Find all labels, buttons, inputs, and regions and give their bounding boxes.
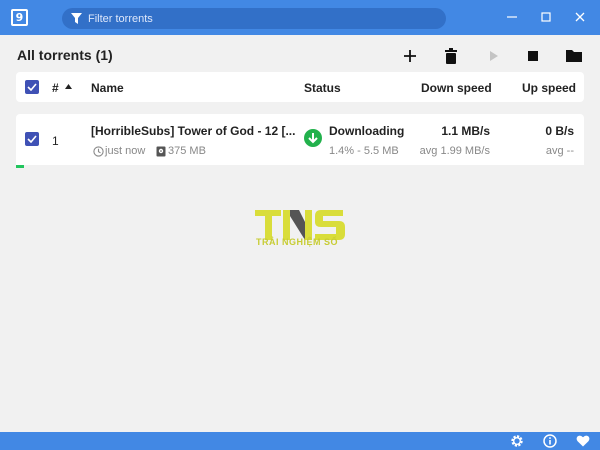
trash-icon bbox=[445, 48, 457, 64]
filter-search-box[interactable] bbox=[62, 8, 446, 29]
open-folder-button[interactable] bbox=[561, 43, 587, 69]
stop-icon bbox=[528, 51, 538, 61]
add-icon bbox=[404, 50, 416, 62]
torrent-checkbox[interactable] bbox=[25, 132, 39, 146]
column-status-header[interactable]: Status bbox=[304, 81, 341, 95]
torrent-progress-fill bbox=[16, 165, 24, 168]
title-bar: 9 bbox=[0, 0, 600, 35]
checkmark-icon bbox=[27, 83, 37, 91]
delete-torrent-button[interactable] bbox=[438, 43, 464, 69]
torrent-added-time: just now bbox=[105, 145, 146, 157]
resume-button[interactable] bbox=[480, 43, 506, 69]
sort-ascending-icon bbox=[65, 84, 73, 89]
stop-button[interactable] bbox=[520, 43, 546, 69]
page-title: All torrents (1) bbox=[17, 47, 113, 63]
column-name-header[interactable]: Name bbox=[91, 81, 124, 95]
maximize-button[interactable] bbox=[530, 0, 562, 35]
minimize-icon bbox=[507, 16, 517, 18]
column-down-speed-header[interactable]: Down speed bbox=[421, 81, 492, 95]
minimize-button[interactable] bbox=[496, 0, 528, 35]
torrent-down-speed: 1.1 MB/s bbox=[441, 124, 490, 138]
torrent-index: 1 bbox=[52, 134, 59, 148]
torrent-up-avg: avg -- bbox=[545, 145, 574, 157]
torrent-row[interactable]: 1 [HorribleSubs] Tower of God - 12 [... … bbox=[16, 114, 584, 165]
arrow-down-icon bbox=[308, 133, 318, 144]
disk-icon bbox=[156, 146, 166, 157]
close-icon bbox=[575, 12, 585, 22]
settings-icon[interactable] bbox=[510, 434, 524, 448]
column-number-label: # bbox=[52, 81, 59, 95]
torrent-progress-bar bbox=[16, 165, 584, 168]
column-number-header[interactable]: # bbox=[52, 81, 73, 95]
add-torrent-button[interactable] bbox=[397, 43, 423, 69]
play-icon bbox=[490, 51, 498, 61]
heart-icon[interactable] bbox=[576, 434, 590, 448]
torrent-up-speed: 0 B/s bbox=[545, 124, 574, 138]
close-button[interactable] bbox=[564, 0, 596, 35]
torrent-size: 375 MB bbox=[168, 145, 206, 157]
torrent-progress-text: 1.4% - 5.5 MB bbox=[329, 145, 399, 157]
filter-input[interactable] bbox=[88, 10, 428, 27]
downloading-status-icon bbox=[304, 129, 322, 147]
maximize-icon bbox=[541, 12, 551, 22]
info-icon[interactable] bbox=[543, 434, 557, 448]
app-icon: 9 bbox=[11, 9, 28, 26]
select-all-checkbox[interactable] bbox=[25, 80, 39, 94]
column-header-row: # Name Status Down speed Up speed bbox=[16, 72, 584, 102]
torrent-down-avg: avg 1.99 MB/s bbox=[419, 145, 490, 157]
torrent-status: Downloading bbox=[329, 124, 405, 138]
column-up-speed-header[interactable]: Up speed bbox=[522, 81, 576, 95]
bottom-bar bbox=[0, 432, 600, 450]
filter-icon bbox=[71, 13, 82, 24]
watermark-subtitle: TRẢI NGHIỆM SỐ bbox=[256, 237, 339, 247]
clock-icon bbox=[93, 146, 104, 157]
torrent-name: [HorribleSubs] Tower of God - 12 [... bbox=[91, 124, 296, 138]
checkmark-icon bbox=[27, 135, 37, 143]
folder-icon bbox=[566, 50, 582, 62]
